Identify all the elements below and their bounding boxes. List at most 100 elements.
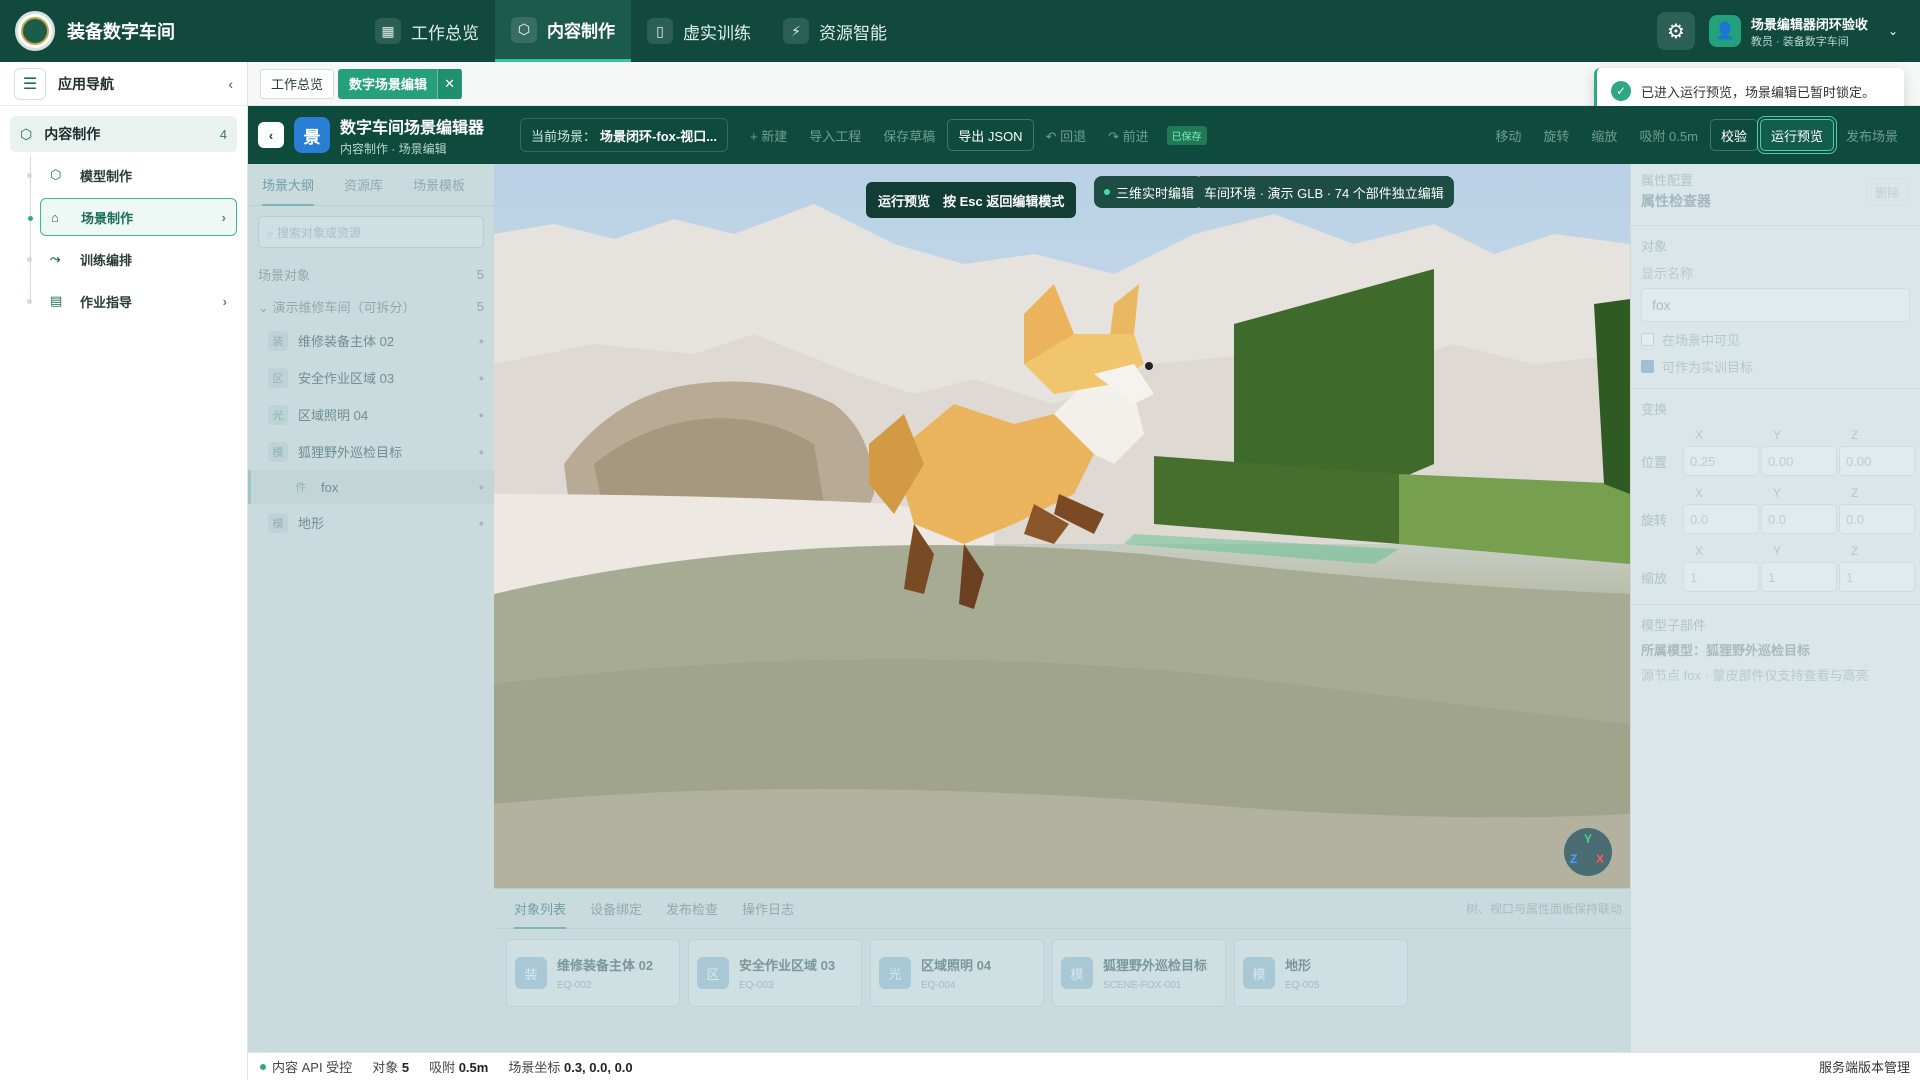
object-card[interactable]: 区 安全作业区域 03 EQ-003 — [688, 939, 862, 1007]
sidebar-group-count: 4 — [219, 126, 227, 142]
scale-row: 缩放 1 1 1 — [1631, 562, 1920, 592]
user-icon: 👤 — [1708, 15, 1741, 47]
rotation-y-input[interactable]: 0.0 — [1761, 504, 1837, 534]
position-y-input[interactable]: 0.00 — [1761, 446, 1837, 476]
user-name: 场景编辑器闭环验收 — [1750, 16, 1868, 32]
run-preview-button[interactable]: 运行预览 — [1759, 119, 1834, 151]
tab-templates[interactable]: 场景模板 — [413, 175, 465, 194]
sidebar-item-label: 场景制作 — [81, 210, 134, 226]
snap-button[interactable]: 吸附 0.5m — [1629, 119, 1708, 151]
display-name-label: 显示名称 — [1641, 266, 1694, 281]
search-input[interactable]: ⌕ 搜索对象或资源 — [258, 216, 484, 248]
user-menu[interactable]: 👤 场景编辑器闭环验收 教员 · 装备数字车间 ⌄ — [1708, 14, 1898, 49]
tab-label: 数字场景编辑 — [349, 77, 428, 92]
grid-icon: ▦ — [375, 18, 401, 44]
nav-label: 虚实训练 — [683, 23, 751, 43]
tree-item-selected[interactable]: 件 fox ● — [248, 470, 494, 504]
brand-logo — [15, 11, 55, 51]
training-target-checkbox[interactable]: 可作为实训目标 — [1631, 349, 1920, 376]
collapse-icon[interactable]: ‹ — [228, 76, 233, 92]
group-row[interactable]: ⌄ 演示维修车间（可拆分） 5 — [248, 290, 494, 322]
tab-library[interactable]: 资源库 — [344, 175, 383, 194]
nav-content[interactable]: ⬡ 内容制作 — [495, 0, 631, 62]
axis-gizmo[interactable]: Y Z X — [1564, 828, 1612, 876]
scene-render — [494, 204, 1630, 888]
tab-device-binding[interactable]: 设备绑定 — [590, 899, 642, 918]
object-card[interactable]: 模 地形 EQ-005 — [1234, 939, 1408, 1007]
tab-scene-editor[interactable]: 数字场景编辑 ✕ — [338, 68, 463, 99]
undo-button[interactable]: ↶ 回退 — [1036, 119, 1097, 151]
delete-button[interactable]: 删除 — [1866, 178, 1908, 206]
import-button[interactable]: 导入工程 — [799, 119, 871, 151]
position-x-input[interactable]: 0.25 — [1683, 446, 1759, 476]
version-management-link[interactable]: 服务端版本管理 — [1819, 1057, 1910, 1076]
publish-button[interactable]: 发布场景 — [1836, 119, 1908, 151]
sidebar-item-training[interactable]: ⤳ 训练编排 — [27, 240, 237, 278]
tab-overview[interactable]: 工作总览 — [260, 68, 335, 99]
tab-object-list[interactable]: 对象列表 — [514, 889, 567, 929]
scene-selector[interactable]: 当前场景： 场景闭环-fox-视口... — [520, 118, 729, 152]
display-name-field[interactable]: fox — [1641, 288, 1910, 322]
editor-header: ‹ 景 数字车间场景编辑器 内容制作 · 场景编辑 当前场景： 场景闭环-fox… — [248, 106, 1920, 164]
tree-item[interactable]: 模狐狸野外巡检目标 ● — [248, 433, 494, 470]
save-draft-button[interactable]: 保存草稿 — [873, 119, 945, 151]
scale-y-input[interactable]: 1 — [1761, 562, 1837, 592]
user-role: 教员 · 装备数字车间 — [1750, 35, 1849, 48]
sidebar-item-guide[interactable]: ▤ 作业指导 › — [27, 282, 237, 320]
settings-button[interactable]: ⚙ — [1656, 12, 1695, 50]
position-z-input[interactable]: 0.00 — [1839, 446, 1915, 476]
toast-text: 已进入运行预览，场景编辑已暂时锁定。 — [1641, 84, 1876, 100]
validate-button[interactable]: 校验 — [1709, 119, 1758, 151]
sidebar-item-scene[interactable]: ⌂ 场景制作 › — [28, 198, 237, 236]
object-card[interactable]: 模 狐狸野外巡检目标 SCENE-FOX-001 — [1052, 939, 1226, 1007]
check-circle-icon: ✓ — [1611, 81, 1631, 101]
visibility-icon: ● — [478, 517, 484, 528]
cube-icon: ⬡ — [511, 16, 537, 43]
move-tool-button[interactable]: 移动 — [1485, 119, 1531, 151]
tree-item[interactable]: 模地形 ● — [248, 504, 494, 541]
tree-item[interactable]: 光区域照明 04 ● — [248, 396, 494, 433]
tab-operation-log[interactable]: 操作日志 — [742, 899, 794, 918]
rotation-x-input[interactable]: 0.0 — [1683, 504, 1759, 534]
visible-checkbox[interactable]: 在场景中可见 — [1631, 322, 1920, 349]
sidebar-group-label: 内容制作 — [44, 126, 101, 142]
rotation-z-input[interactable]: 0.0 — [1839, 504, 1915, 534]
new-button[interactable]: + 新建 — [740, 119, 797, 151]
tab-publish-check[interactable]: 发布检查 — [666, 899, 718, 918]
scene-outline-panel: 场景大纲 资源库 场景模板 ⌕ 搜索对象或资源 场景对象 5 ⌄ 演示维修车间（… — [248, 164, 494, 1052]
close-icon[interactable]: ✕ — [437, 68, 462, 99]
scene-coordinates: 场景坐标 0.3, 0.0, 0.0 — [508, 1060, 633, 1075]
saved-badge: 已保存 — [1166, 125, 1207, 145]
scale-tool-button[interactable]: 缩放 — [1581, 119, 1627, 151]
nav-training[interactable]: ▯ 虚实训练 — [631, 0, 767, 62]
panel-hint: 树、视口与属性面板保持联动 — [1465, 902, 1622, 916]
sidebar-header: ☰ 应用导航 ‹ — [0, 62, 247, 106]
redo-button[interactable]: ↷ 前进 — [1098, 119, 1159, 151]
editor-subtitle: 内容制作 · 场景编辑 — [340, 141, 447, 156]
nav-label: 工作总览 — [411, 23, 479, 43]
scale-x-input[interactable]: 1 — [1683, 562, 1759, 592]
scale-z-input[interactable]: 1 — [1839, 562, 1915, 592]
object-card[interactable]: 光 区域照明 04 EQ-004 — [870, 939, 1044, 1007]
cube-icon: ⬡ — [20, 125, 33, 142]
gear-icon: ⚙ — [1666, 20, 1685, 43]
nav-resources[interactable]: ⚡ 资源智能 — [767, 0, 903, 62]
back-button[interactable]: ‹ — [258, 122, 284, 148]
tab-outline[interactable]: 场景大纲 — [262, 163, 315, 206]
chevron-right-icon: › — [222, 293, 227, 309]
tree-item[interactable]: 区安全作业区域 03 ● — [248, 359, 494, 396]
sidebar-item-label: 训练编排 — [80, 252, 133, 268]
3d-viewport[interactable]: 运行预览 按 Esc 返回编辑模式 三维实时编辑 车间环境 · 演示 GLB ·… — [494, 164, 1630, 888]
export-json-button[interactable]: 导出 JSON — [947, 119, 1034, 151]
menu-icon[interactable]: ☰ — [14, 67, 46, 100]
mode-pill: 三维实时编辑 — [1094, 176, 1205, 208]
source-note: 源节点 fox · 蒙皮部件仅支持查看与高亮 — [1641, 668, 1869, 683]
sidebar-group-content[interactable]: ⬡ 内容制作 4 — [10, 116, 237, 152]
position-row: 位置 0.25 0.00 0.00 — [1631, 446, 1920, 476]
snap-status: 吸附 0.5m — [429, 1060, 489, 1075]
nav-overview[interactable]: ▦ 工作总览 — [359, 0, 495, 62]
object-card[interactable]: 装 维修装备主体 02 EQ-002 — [506, 939, 680, 1007]
sidebar-item-model[interactable]: ⬡ 模型制作 — [27, 156, 237, 194]
tree-item[interactable]: 装维修装备主体 02 ● — [248, 322, 494, 359]
rotate-tool-button[interactable]: 旋转 — [1533, 119, 1579, 151]
